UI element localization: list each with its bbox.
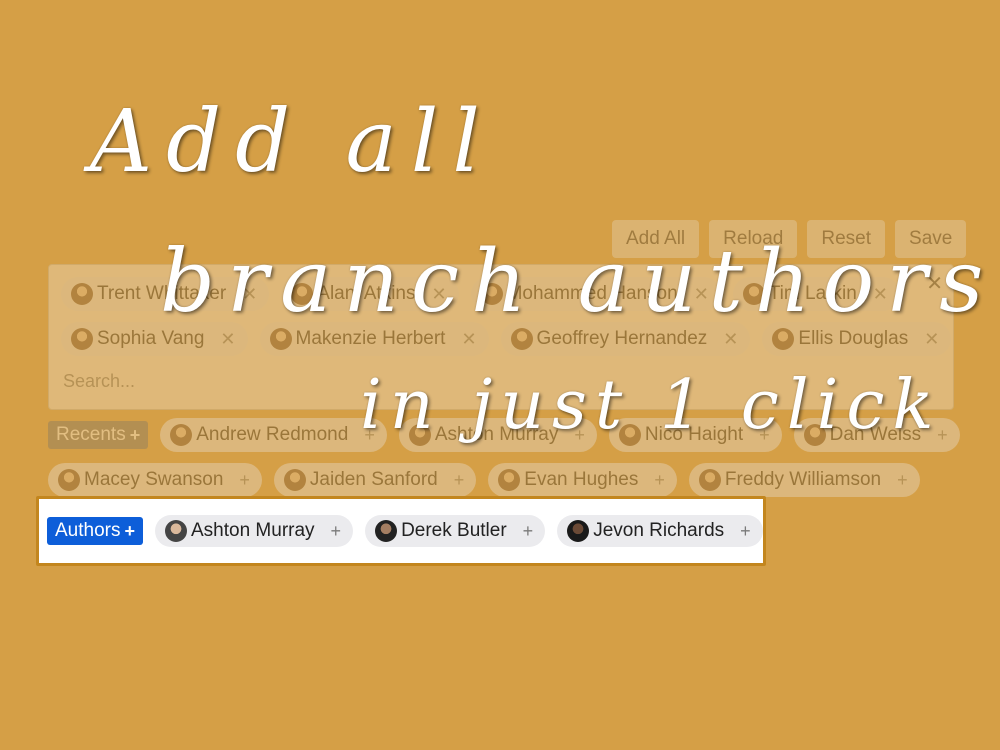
add-icon[interactable]: + [654,470,665,491]
add-icon[interactable]: + [239,470,250,491]
chip-label: Jevon Richards [593,520,725,541]
recent-chip[interactable]: Freddy Williamson + [688,463,920,497]
avatar [375,520,398,542]
recent-chip[interactable]: Jaiden Sanford + [273,463,477,497]
author-chip[interactable]: Jevon Richards + [557,515,763,547]
avatar [170,424,193,446]
plus-icon: + [124,520,135,541]
authors-label: Authors [55,520,121,541]
avatar [165,520,187,542]
chip-label: Macey Swanson [84,469,224,490]
recents-row-2: Macey Swanson + Jaiden Sanford + Evan Hugh… [48,463,920,497]
authors-add-all-button[interactable]: Authors + [47,517,143,545]
chip-label: Derek Butler [401,520,507,541]
chip-label: Jaiden Sanford [309,469,438,490]
headline-line-1: Add all [90,92,494,192]
recents-label: Recents [56,424,126,445]
add-icon[interactable]: + [740,521,751,542]
avatar [498,469,521,491]
recent-chip[interactable]: Evan Hughes + [488,463,677,497]
avatar [698,469,721,491]
plus-icon: + [129,424,141,445]
headline-line-2: branch authors [160,232,996,332]
recent-chip[interactable]: Andrew Redmond + [160,418,387,452]
add-icon[interactable]: + [523,521,534,542]
search-input[interactable]: Search... [63,371,135,392]
headline-line-3: in just 1 click [360,366,942,445]
chip-label: Evan Hughes [524,469,639,490]
author-chip[interactable]: Ashton Murray + [155,515,354,547]
add-icon[interactable]: + [454,470,465,491]
add-icon[interactable]: + [331,521,342,542]
author-chip[interactable]: Derek Butler + [365,515,546,547]
avatar [71,328,93,350]
authors-row: Authors + Ashton Murray + Derek Butler + Je… [47,515,763,547]
authors-highlight-box: Authors + Ashton Murray + Derek Butler + Je… [36,496,766,566]
chip-label: Andrew Redmond [196,424,349,445]
chip-label: Freddy Williamson [724,469,882,490]
avatar [71,283,93,305]
add-icon[interactable]: + [897,470,908,491]
recent-chip[interactable]: Macey Swanson + [48,463,262,497]
avatar [283,469,306,491]
chip-label: Ashton Murray [191,520,315,541]
recents-button[interactable]: Recents + [48,421,149,449]
avatar [567,520,590,542]
avatar [58,469,80,491]
